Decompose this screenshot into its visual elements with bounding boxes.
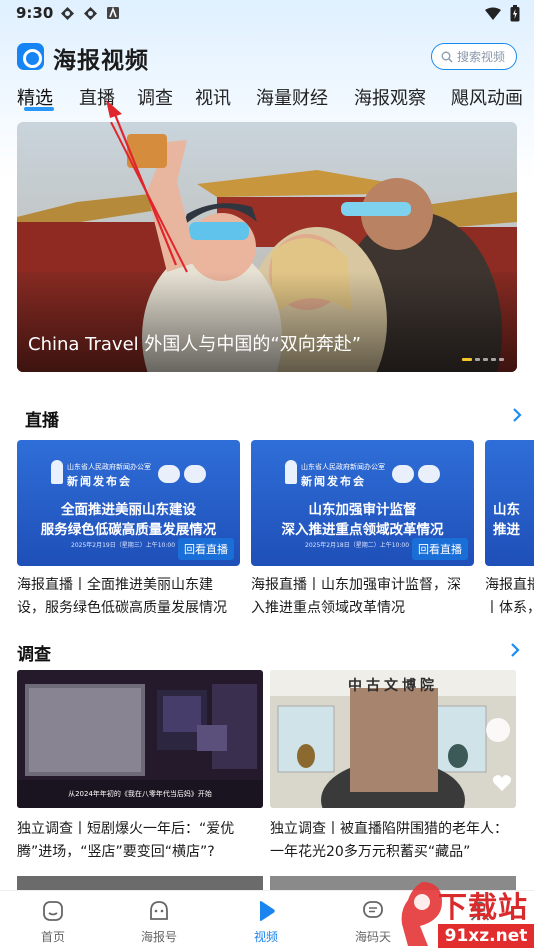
home-icon	[43, 901, 63, 921]
app-name: 海报视频	[53, 48, 149, 74]
chat-icon	[363, 901, 383, 918]
app-header: 海报视频 搜索视频	[0, 38, 534, 76]
investigation-section-title: 调查	[17, 645, 51, 665]
carousel-dot	[499, 358, 504, 361]
live-card[interactable]: 山东省人民政府新闻办公室 新闻发布会 全面推进美丽山东建设 服务绿色低碳高质量发…	[17, 440, 240, 620]
live-headline: 服务绿色低碳高质量发展情况	[40, 522, 217, 538]
live-headline: 山东	[493, 502, 520, 518]
emblem-icons	[158, 465, 206, 483]
live-thumbnail: 山东省人民政府新闻办公室 新闻发布会 全面推进美丽山东建设 服务绿色低碳高质量发…	[17, 440, 240, 566]
live-headline: 山东加强审计监督	[308, 502, 417, 518]
system-icons	[484, 5, 520, 22]
notification-app-icon	[84, 7, 97, 20]
live-section-title: 直播	[25, 411, 59, 431]
drama-image	[17, 670, 263, 808]
live-org: 山东省人民政府新闻办公室	[67, 463, 151, 471]
face-icon	[150, 901, 168, 920]
tab-finance[interactable]: 海量财经	[256, 84, 328, 110]
nav-video-label: 视频	[253, 930, 278, 944]
investigation-thumbnail: 从2024年年初的《我在八零年代当后妈》开始	[17, 670, 263, 808]
search-placeholder: 搜索视频	[457, 50, 506, 64]
battery-icon	[510, 5, 520, 22]
status-time: 9:30	[16, 4, 54, 22]
live-card-title: 海报直播丨全面推进美丽山东建设，服务绿色低碳高质量发展情况	[17, 577, 227, 616]
drama-subtitle: 从2024年年初的《我在八零年代当后妈》开始	[68, 790, 212, 798]
live-headline: 深入推进重点领域改革情况	[281, 522, 444, 538]
microphone-icon	[285, 460, 297, 484]
live-more-chevron-icon[interactable]	[512, 408, 522, 422]
replay-badge[interactable]: 回看直播	[178, 538, 234, 560]
investigation-card-title: 独立调查丨被直播陷阱围猎的老年人：一年花光20多万元积蓄买“藏品”	[270, 821, 508, 860]
carousel-indicator	[462, 358, 504, 361]
carousel-dot	[491, 358, 496, 361]
live-date: 2025年2月19日（星期三）上午10:00	[71, 542, 176, 549]
nav-haima-label: 海码天	[354, 930, 391, 944]
live-card-title: 海报直播丨山东加强审计监督，深入推进重点领域改革情况	[251, 577, 461, 616]
tab-video-news[interactable]: 视讯	[195, 84, 231, 110]
notification-a-icon	[107, 6, 119, 19]
nav-home-label: 首页	[40, 930, 65, 944]
app-logo-icon	[17, 43, 44, 70]
tab-observation[interactable]: 海报观察	[354, 84, 426, 110]
site-watermark: 下载站 91xz.net	[398, 880, 534, 950]
channel-tabs: 精选 直播 调查 视讯 海量财经 海报观察 飓风动画	[0, 84, 534, 114]
investigation-card[interactable]: 中古文博院 独立调查丨被直播陷阱围猎的老年人：一年花光20多万元积蓄买“藏品”	[270, 670, 516, 864]
wifi-icon	[485, 7, 501, 20]
status-bar: 9:30	[0, 0, 534, 28]
hero-banner[interactable]: China Travel 外国人与中国的“双向奔赴”	[17, 122, 517, 372]
heart-icon[interactable]	[492, 774, 512, 792]
live-date: 2025年2月18日（星期二）上午10:00	[305, 542, 410, 549]
watermark-url: 91xz.net	[438, 924, 534, 948]
live-headline: 全面推进美丽山东建设	[61, 502, 196, 518]
live-card-partial[interactable]: 山东 推进 海报直播丨体系，推	[485, 440, 534, 620]
live-card[interactable]: 山东省人民政府新闻办公室 新闻发布会 山东加强审计监督 深入推进重点领域改革情况…	[251, 440, 474, 620]
next-row-thumbnail	[17, 876, 263, 890]
investigation-thumbnail: 中古文博院	[270, 670, 516, 808]
investigation-card-title: 独立调查丨短剧爆火一年后：“爱优腾”进场，“竖店”要变回“横店”?	[17, 821, 235, 860]
live-conference: 新闻发布会	[67, 475, 132, 488]
carousel-dot	[475, 358, 480, 361]
nav-video[interactable]: 视频	[231, 899, 301, 945]
search-box[interactable]: 搜索视频	[431, 43, 517, 70]
carousel-dot	[462, 358, 472, 361]
live-conference: 新闻发布会	[301, 475, 366, 488]
live-org: 山东省人民政府新闻办公室	[301, 463, 385, 471]
tab-live[interactable]: 直播	[79, 84, 115, 110]
investigation-more-chevron-icon[interactable]	[510, 643, 520, 657]
notification-app-icon	[61, 7, 74, 20]
nav-home[interactable]: 首页	[18, 899, 88, 945]
search-icon	[441, 51, 453, 62]
tab-animation[interactable]: 飓风动画	[451, 84, 523, 110]
active-tab-indicator	[24, 107, 54, 111]
microphone-icon	[51, 460, 63, 484]
nav-haibao-account[interactable]: 海报号	[124, 899, 194, 945]
tab-investigation[interactable]: 调查	[137, 84, 173, 110]
investigation-card[interactable]: 从2024年年初的《我在八零年代当后妈》开始 独立调查丨短剧爆火一年后：“爱优腾…	[17, 670, 263, 864]
emblem-icons	[392, 465, 440, 483]
play-icon	[260, 901, 275, 921]
live-thumbnail: 山东省人民政府新闻办公室 新闻发布会 山东加强审计监督 深入推进重点领域改革情况…	[251, 440, 474, 566]
live-card-title: 海报直播丨体系，推	[485, 577, 534, 616]
hero-caption: China Travel 外国人与中国的“双向奔赴”	[28, 334, 362, 355]
museum-sign: 中古文博院	[348, 678, 438, 694]
replay-badge[interactable]: 回看直播	[412, 538, 468, 560]
live-thumbnail: 山东 推进	[485, 440, 534, 566]
watermark-title: 下载站	[438, 890, 529, 924]
carousel-dot	[483, 358, 488, 361]
nav-haibao-account-label: 海报号	[140, 930, 177, 944]
notification-icons	[60, 6, 120, 21]
live-headline: 推进	[493, 522, 520, 538]
